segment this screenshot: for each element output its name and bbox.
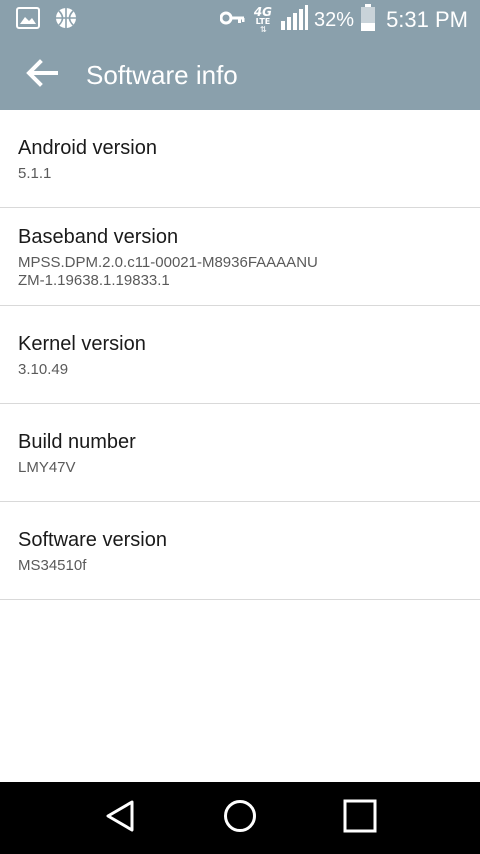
network-4g-lte-icon: 4G LTE ⇅ — [254, 6, 272, 34]
arrow-left-icon — [25, 58, 59, 92]
vpn-key-icon — [219, 10, 246, 31]
battery-percent: 32% — [314, 8, 355, 31]
list-item-baseband-version: Baseband version MPSS.DPM.2.0.c11-00021-… — [0, 208, 480, 306]
image-icon — [16, 6, 40, 34]
item-title: Build number — [18, 430, 136, 453]
item-value: MPSS.DPM.2.0.c11-00021-M8936FAAAANUZM-1.… — [18, 253, 318, 289]
clock: 5:31 PM — [386, 7, 468, 32]
item-value: MS34510f — [18, 556, 87, 574]
list-item-android-version: Android version 5.1.1 — [0, 110, 480, 208]
item-title: Baseband version — [18, 225, 179, 248]
data-activity-icon: ⇅ — [260, 25, 267, 34]
recents-square-icon — [343, 799, 377, 838]
software-info-list: Android version 5.1.1 Baseband version M… — [0, 110, 480, 600]
item-value: 5.1.1 — [18, 164, 52, 182]
item-value: LMY47V — [18, 458, 76, 476]
basketball-icon — [54, 6, 78, 35]
page-title: Software info — [86, 59, 238, 90]
app-bar: Software info — [0, 40, 480, 110]
item-title: Android version — [18, 136, 157, 159]
navigation-bar — [0, 782, 480, 854]
nav-home-button[interactable] — [208, 786, 272, 850]
item-title: Kernel version — [18, 332, 146, 355]
list-item-kernel-version: Kernel version 3.10.49 — [0, 306, 480, 404]
status-bar: 4G LTE ⇅ 32% 5:31 PM — [0, 0, 480, 40]
back-button[interactable] — [14, 47, 70, 103]
status-right: 4G LTE ⇅ 32% 5:31 PM — [219, 3, 468, 37]
home-circle-icon — [223, 799, 257, 838]
battery-icon — [360, 3, 376, 37]
back-triangle-icon — [104, 799, 136, 838]
nav-back-button[interactable] — [88, 786, 152, 850]
list-item-software-version: Software version MS34510f — [0, 502, 480, 600]
item-title: Software version — [18, 528, 167, 551]
list-item-build-number: Build number LMY47V — [0, 404, 480, 502]
signal-icon — [280, 4, 309, 36]
nav-recents-button[interactable] — [328, 786, 392, 850]
status-left — [16, 6, 78, 35]
item-value: 3.10.49 — [18, 360, 69, 378]
